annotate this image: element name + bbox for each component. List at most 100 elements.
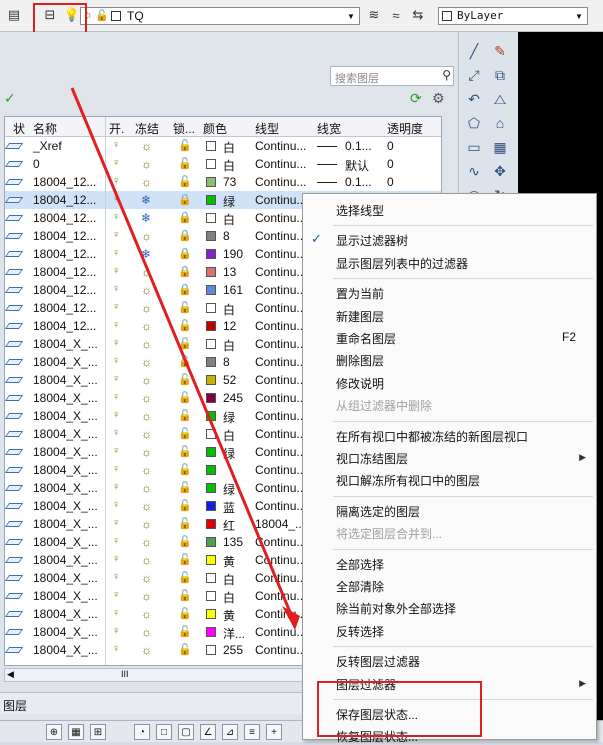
bulb-icon[interactable]: ♀ — [112, 337, 120, 349]
lock-icon[interactable]: 🔒 — [178, 265, 192, 278]
layer-color[interactable]: 190 — [223, 247, 243, 261]
color-swatch[interactable] — [206, 177, 216, 187]
layer-color[interactable]: 红 — [223, 517, 235, 534]
unlock-icon[interactable]: 🔓 — [178, 589, 192, 602]
layer-lineweight[interactable]: 0.1... — [345, 175, 372, 189]
layer-name[interactable]: 18004_12... — [33, 265, 107, 279]
color-swatch[interactable] — [206, 321, 216, 331]
unlock-icon[interactable]: 🔓 — [178, 445, 192, 458]
unlock-icon[interactable]: 🔓 — [178, 535, 192, 548]
color-swatch[interactable] — [206, 285, 216, 295]
layer-name[interactable]: 18004_X_... — [33, 391, 107, 405]
color-swatch[interactable] — [206, 357, 216, 367]
bulb-icon[interactable]: ♀ — [112, 247, 120, 259]
bulb-icon[interactable]: ♀ — [112, 625, 120, 637]
layer-transparency[interactable]: 0 — [387, 139, 394, 153]
layer-name[interactable]: 18004_X_... — [33, 337, 107, 351]
bulb-icon[interactable]: ♀ — [112, 409, 120, 421]
layer-color[interactable]: 52 — [223, 373, 236, 387]
grid-icon[interactable]: ▦ — [68, 724, 84, 740]
unlock-icon[interactable]: 🔓 — [178, 553, 192, 566]
layer-color[interactable]: 白 — [223, 427, 235, 444]
lock-icon[interactable]: 🔒 — [178, 193, 192, 206]
match-layer-icon[interactable]: ≈ — [388, 7, 404, 23]
bulb-icon[interactable]: ♀ — [112, 319, 120, 331]
sun-icon[interactable]: ☼ — [141, 463, 152, 477]
layer-color[interactable]: 黄 — [223, 607, 235, 624]
sun-icon[interactable]: ☼ — [141, 283, 152, 297]
color-swatch[interactable] — [206, 159, 216, 169]
color-swatch[interactable] — [206, 573, 216, 583]
layer-name[interactable]: 18004_X_... — [33, 553, 107, 567]
sun-icon[interactable]: ☼ — [141, 355, 152, 369]
color-swatch[interactable] — [206, 411, 216, 421]
sun-icon[interactable]: ☼ — [141, 643, 152, 657]
otrack-icon[interactable]: ▢ — [178, 724, 194, 740]
menu-item[interactable]: 反转选择 — [336, 623, 384, 640]
layer-color[interactable]: 白 — [223, 211, 235, 228]
bulb-icon[interactable]: ♀ — [112, 481, 120, 493]
sun-icon[interactable]: ☼ — [141, 517, 152, 531]
sun-icon[interactable]: ☼ — [141, 157, 152, 171]
make-current-icon[interactable]: ≋ — [366, 7, 382, 23]
osnap-icon[interactable]: □ — [156, 724, 172, 740]
layer-name[interactable]: 18004_12... — [33, 229, 107, 243]
layer-name[interactable]: 18004_X_... — [33, 499, 107, 513]
unlock-icon[interactable]: 🔓 — [178, 373, 192, 386]
unlock-icon[interactable]: 🔓 — [178, 463, 192, 476]
sun-icon[interactable]: ☼ — [141, 319, 152, 333]
layer-color[interactable]: 黄 — [223, 553, 235, 570]
unlock-icon[interactable]: 🔓 — [178, 571, 192, 584]
lock-icon[interactable]: 🔒 — [178, 247, 192, 260]
layer-name[interactable]: 18004_X_... — [33, 571, 107, 585]
color-swatch[interactable] — [206, 627, 216, 637]
layer-color[interactable]: 白 — [223, 139, 235, 156]
lock-icon[interactable]: 🔒 — [178, 229, 192, 242]
unlock-icon[interactable]: 🔓 — [178, 175, 192, 188]
col-header-lock[interactable]: 锁... — [173, 120, 195, 137]
layer-color[interactable]: 白 — [223, 337, 235, 354]
color-swatch[interactable] — [206, 447, 216, 457]
bulb-icon[interactable]: ♀ — [112, 175, 120, 187]
polyline-icon[interactable]: ⤢ — [463, 64, 485, 86]
color-swatch[interactable] — [206, 195, 216, 205]
table-row[interactable]: 0 ♀ ☼ 🔓 白 Continu... 默认 0 — [5, 155, 441, 173]
layer-color[interactable]: 135 — [223, 535, 243, 549]
table-row[interactable]: _Xref ♀ ☼ 🔓 白 Continu... 0.1... 0 — [5, 137, 441, 156]
offset-icon[interactable]: ⌂ — [489, 112, 511, 134]
color-swatch[interactable] — [206, 429, 216, 439]
layer-name[interactable]: 18004_X_... — [33, 445, 107, 459]
layer-color[interactable]: 白 — [223, 571, 235, 588]
color-swatch[interactable] — [206, 537, 216, 547]
mirror-icon[interactable]: ⧍ — [489, 88, 511, 110]
layer-linetype[interactable]: Continu... — [255, 175, 310, 189]
menu-item[interactable]: 全部清除 — [336, 578, 384, 595]
sun-icon[interactable]: ☼ — [141, 427, 152, 441]
layer-name[interactable]: 18004_12... — [33, 283, 107, 297]
layer-name[interactable]: 18004_X_... — [33, 409, 107, 423]
menu-item[interactable]: 显示图层列表中的过滤器 — [336, 255, 468, 272]
color-swatch[interactable] — [206, 141, 216, 151]
sun-icon[interactable]: ☼ — [141, 373, 152, 387]
sun-icon[interactable]: ☼ — [141, 265, 152, 279]
color-swatch[interactable] — [206, 375, 216, 385]
sun-icon[interactable]: ☼ — [141, 589, 152, 603]
unlock-icon[interactable]: 🔓 — [178, 319, 192, 332]
scroll-thumb[interactable]: III — [121, 669, 129, 679]
layer-name[interactable]: _Xref — [33, 139, 107, 153]
color-swatch[interactable] — [206, 519, 216, 529]
bulb-icon[interactable]: ♀ — [112, 643, 120, 655]
layer-name[interactable]: 0 — [33, 157, 107, 171]
bulb-icon[interactable]: ♀ — [112, 517, 120, 529]
copy-icon[interactable]: ⧉ — [489, 64, 511, 86]
sun-icon[interactable]: ☼ — [141, 571, 152, 585]
lock-icon[interactable]: 🔒 — [178, 283, 192, 296]
move-icon[interactable]: ✥ — [489, 160, 511, 182]
color-swatch[interactable] — [206, 267, 216, 277]
menu-item[interactable]: 在所有视口中都被冻结的新图层视口 — [336, 428, 528, 445]
menu-item[interactable]: 置为当前 — [336, 285, 384, 302]
snowflake-icon[interactable]: ❄ — [141, 211, 151, 225]
layer-color[interactable]: 白 — [223, 301, 235, 318]
layer-color[interactable]: 绿 — [223, 193, 235, 210]
sun-icon[interactable]: ☼ — [141, 139, 152, 153]
